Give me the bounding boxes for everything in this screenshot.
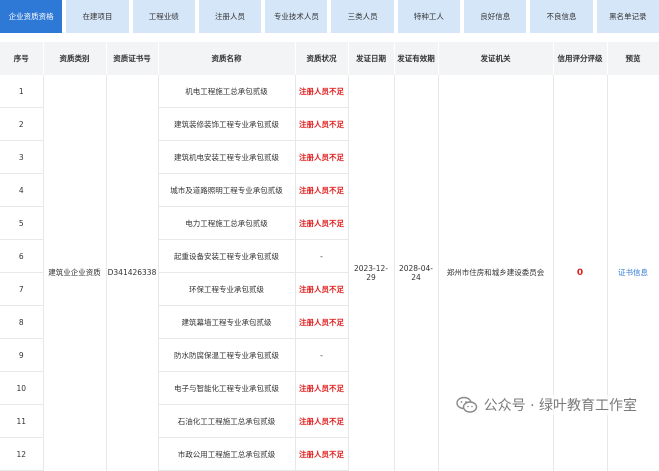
certificate-number: D341426338 bbox=[106, 75, 159, 471]
qualification-status: - bbox=[295, 338, 349, 372]
qualification-status: 注册人员不足 bbox=[295, 206, 349, 240]
row-number: 12 bbox=[0, 437, 44, 471]
qualification-name: 市政公用工程施工总承包贰级 bbox=[158, 437, 296, 471]
tab-3[interactable]: 注册人员 bbox=[198, 0, 262, 33]
row-number: 1 bbox=[0, 75, 44, 108]
tab-2[interactable]: 工程业绩 bbox=[132, 0, 195, 33]
tab-6[interactable]: 特种工人 bbox=[397, 0, 461, 33]
column-header: 资质类别 bbox=[43, 42, 107, 75]
qualification-name: 城市及道路照明工程专业承包贰级 bbox=[158, 173, 296, 207]
tab-8[interactable]: 不良信息 bbox=[530, 0, 593, 33]
qualification-name: 建筑机电安装工程专业承包贰级 bbox=[158, 140, 296, 174]
qualification-name: 环保工程专业承包贰级 bbox=[158, 272, 296, 306]
qualification-status: 注册人员不足 bbox=[295, 437, 349, 471]
issue-date: 2023-12-29 bbox=[348, 75, 395, 471]
row-number: 6 bbox=[0, 239, 44, 273]
row-number: 7 bbox=[0, 272, 44, 306]
watermark: 公众号 · 绿叶教育工作室 bbox=[455, 395, 637, 415]
qualification-status: - bbox=[295, 239, 349, 273]
tab-4[interactable]: 专业技术人员 bbox=[265, 0, 328, 33]
row-number: 11 bbox=[0, 404, 44, 438]
table-row: 1 建筑业企业资质 D341426338 机电工程施工总承包贰级 注册人员不足 2023-… bbox=[0, 75, 659, 471]
tab-1[interactable]: 在建项目 bbox=[66, 0, 129, 33]
qualification-name: 石油化工工程施工总承包贰级 bbox=[158, 404, 296, 438]
tab-9[interactable]: 黑名单记录 bbox=[596, 0, 659, 33]
qualification-name: 机电工程施工总承包贰级 bbox=[158, 75, 296, 108]
row-number: 9 bbox=[0, 338, 44, 372]
qualification-status: 注册人员不足 bbox=[295, 107, 349, 141]
qualification-status: 注册人员不足 bbox=[295, 371, 349, 405]
row-number: 10 bbox=[0, 371, 44, 405]
row-number: 4 bbox=[0, 173, 44, 207]
tab-7[interactable]: 良好信息 bbox=[464, 0, 527, 33]
qualification-status: 注册人员不足 bbox=[295, 140, 349, 174]
row-number: 5 bbox=[0, 206, 44, 240]
row-number: 8 bbox=[0, 305, 44, 339]
column-header: 预览 bbox=[607, 42, 659, 75]
tab-0[interactable]: 企业资质资格 bbox=[0, 0, 63, 33]
qualification-status: 注册人员不足 bbox=[295, 272, 349, 306]
qualification-name: 电子与智能化工程专业承包贰级 bbox=[158, 371, 296, 405]
qualification-name: 建筑装修装饰工程专业承包贰级 bbox=[158, 107, 296, 141]
row-number: 3 bbox=[0, 140, 44, 174]
tab-spacer bbox=[0, 33, 659, 42]
watermark-text: 公众号 · 绿叶教育工作室 bbox=[483, 398, 637, 414]
column-header: 资质名称 bbox=[158, 42, 296, 75]
column-header: 序号 bbox=[0, 42, 44, 75]
wechat-icon bbox=[455, 396, 477, 413]
qualification-category: 建筑业企业资质 bbox=[43, 75, 107, 471]
tab-5[interactable]: 三类人员 bbox=[331, 0, 394, 33]
qualification-name: 起重设备安装工程专业承包贰级 bbox=[158, 239, 296, 273]
qualification-status: 注册人员不足 bbox=[295, 305, 349, 339]
qualification-name: 防水防腐保温工程专业承包贰级 bbox=[158, 338, 296, 372]
tab-bar: 企业资质资格 在建项目 工程业绩 注册人员 专业技术人员 三类人员 特种工人 良好信息 不良信息… bbox=[0, 0, 659, 33]
column-header: 资质证书号 bbox=[106, 42, 159, 75]
table-header-row: 序号 资质类别 资质证书号 资质名称 资质状况 发证日期 发证有效期 发证机关 信用评分评级 预览 bbox=[0, 42, 659, 75]
column-header: 信用评分评级 bbox=[553, 42, 608, 75]
qualification-status: 注册人员不足 bbox=[295, 404, 349, 438]
qualification-status: 注册人员不足 bbox=[295, 75, 349, 108]
qualification-name: 建筑幕墙工程专业承包贰级 bbox=[158, 305, 296, 339]
column-header: 发证机关 bbox=[438, 42, 554, 75]
row-number: 2 bbox=[0, 107, 44, 141]
qualification-status: 注册人员不足 bbox=[295, 173, 349, 207]
column-header: 发证有效期 bbox=[394, 42, 439, 75]
column-header: 资质状况 bbox=[295, 42, 349, 75]
qualification-name: 电力工程施工总承包贰级 bbox=[158, 206, 296, 240]
valid-until: 2028-04-24 bbox=[394, 75, 439, 471]
column-header: 发证日期 bbox=[348, 42, 395, 75]
